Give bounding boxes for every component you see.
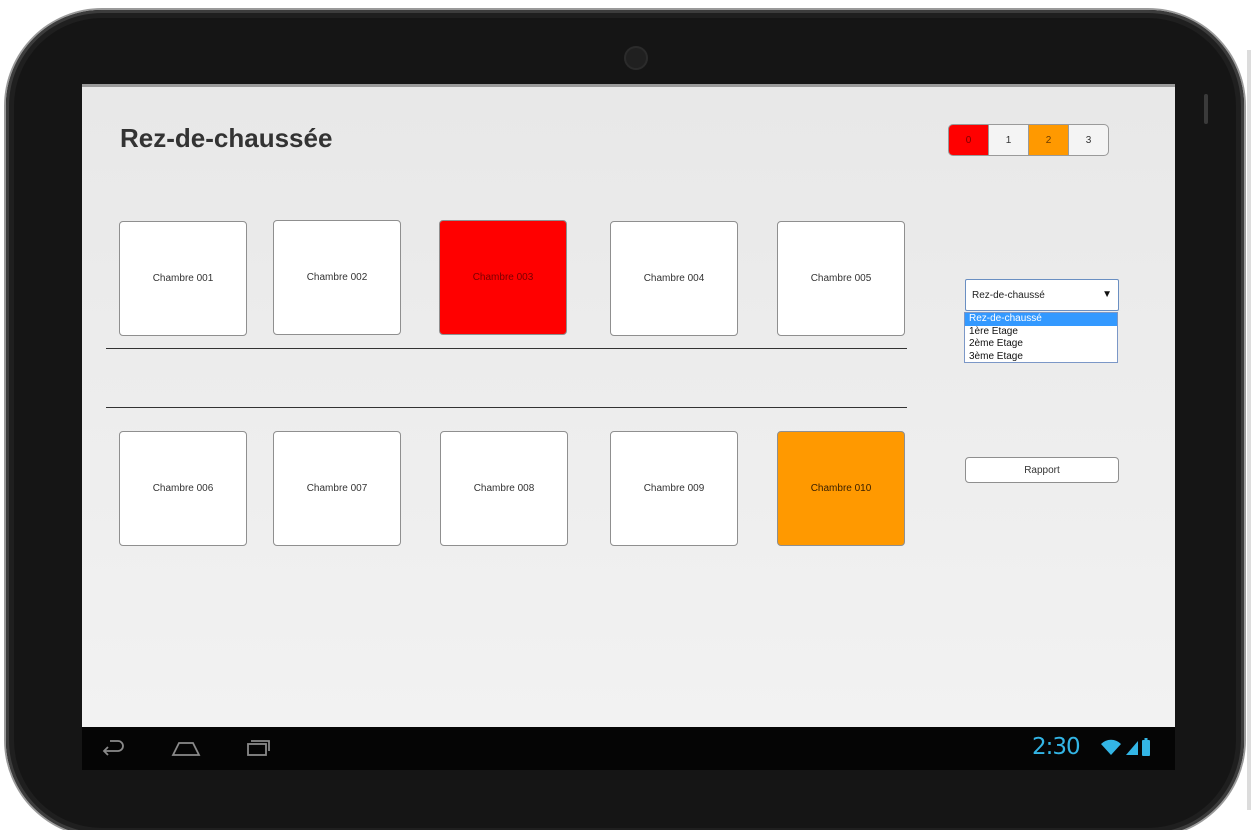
floor-option-rdc[interactable]: Rez-de-chaussé [965,313,1117,326]
floor-select-options: Rez-de-chaussé 1ère Etage 2ème Etage 3èm… [964,312,1118,363]
report-button[interactable]: Rapport [965,457,1119,483]
room-tile-007[interactable]: Chambre 007 [273,431,401,546]
floor-option-2[interactable]: 2ème Etage [965,338,1117,351]
back-icon[interactable] [100,735,126,761]
system-nav-bar: 2:30 [82,727,1175,770]
floor-button-0[interactable]: 0 [948,124,989,156]
window-edge [1247,50,1251,810]
recent-apps-icon[interactable] [242,735,272,761]
floor-button-2[interactable]: 2 [1028,124,1069,156]
room-tile-002[interactable]: Chambre 002 [273,220,401,335]
room-tile-008[interactable]: Chambre 008 [440,431,568,546]
row-divider-bottom [106,407,907,408]
floor-select[interactable]: Rez-de-chaussé ▼ [965,279,1119,311]
floor-button-1[interactable]: 1 [988,124,1029,156]
room-tile-004[interactable]: Chambre 004 [610,221,738,336]
room-tile-006[interactable]: Chambre 006 [119,431,247,546]
app-screen: Rez-de-chaussée 0 1 2 3 Chambre 001 Cham… [82,84,1175,733]
floor-select-value: Rez-de-chaussé [972,289,1045,301]
room-tile-009[interactable]: Chambre 009 [610,431,738,546]
floor-option-3[interactable]: 3ème Etage [965,351,1117,364]
battery-icon [1142,738,1150,756]
dropdown-arrow-icon[interactable]: ▼ [1102,289,1112,300]
wifi-icon [1101,739,1121,755]
clock: 2:30 [1032,734,1081,760]
signal-icon [1126,741,1138,755]
floor-button-3[interactable]: 3 [1068,124,1109,156]
camera-icon [624,46,648,70]
room-tile-010[interactable]: Chambre 010 [777,431,905,546]
room-tile-001[interactable]: Chambre 001 [119,221,247,336]
floor-button-group: 0 1 2 3 [948,124,1109,156]
floor-option-1[interactable]: 1ère Etage [965,326,1117,339]
row-divider-top [106,348,907,349]
page-title: Rez-de-chaussée [120,123,333,153]
room-tile-003[interactable]: Chambre 003 [439,220,567,335]
room-tile-005[interactable]: Chambre 005 [777,221,905,336]
home-icon[interactable] [170,735,202,761]
status-icons [1100,738,1150,756]
side-button [1204,94,1208,124]
